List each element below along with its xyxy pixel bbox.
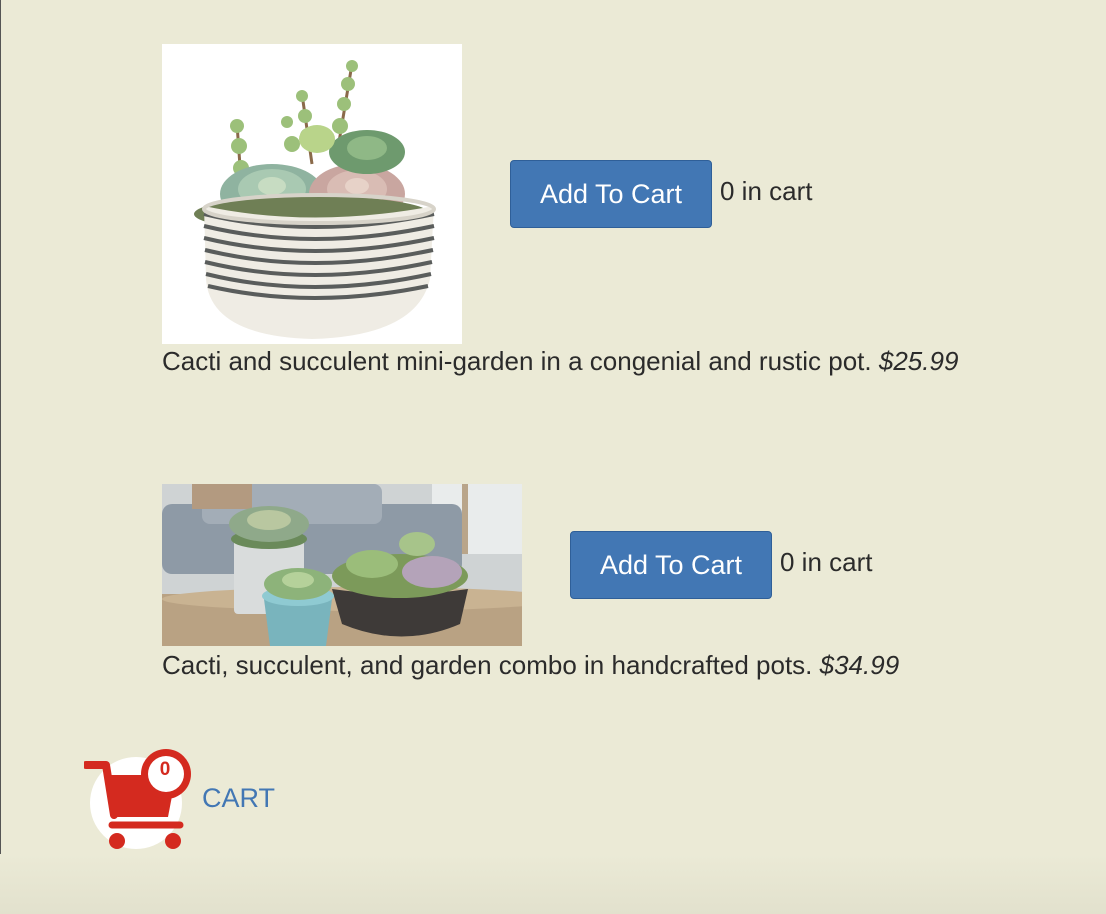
product-row: Add To Cart 0 in cart — [162, 44, 958, 344]
product-description-text: Cacti, succulent, and garden combo in ha… — [162, 650, 813, 680]
product-image-succulent-bowl — [162, 44, 462, 344]
add-to-cart-button[interactable]: Add To Cart — [570, 531, 772, 599]
in-cart-count: 0 in cart — [780, 546, 873, 577]
product-row: Add To Cart 0 in cart — [162, 484, 899, 646]
add-to-cart-button[interactable]: Add To Cart — [510, 160, 712, 228]
product-description: Cacti and succulent mini-garden in a con… — [162, 346, 958, 377]
product-image-succulent-combo — [162, 484, 522, 646]
product-price: $25.99 — [878, 346, 959, 376]
page-left-border — [0, 0, 1, 914]
cart-link[interactable]: 0 CART — [84, 745, 284, 855]
page-bottom-fade — [0, 854, 1106, 914]
product-description-text: Cacti and succulent mini-garden in a con… — [162, 346, 872, 376]
cart-label[interactable]: CART — [202, 783, 275, 814]
cart-count-badge: 0 — [159, 759, 171, 780]
succulent-bowl-image — [162, 44, 462, 344]
product-card: Add To Cart 0 in cart Cacti, succulent, … — [162, 484, 899, 681]
product-price: $34.99 — [819, 650, 900, 680]
product-description: Cacti, succulent, and garden combo in ha… — [162, 650, 899, 681]
in-cart-count: 0 in cart — [720, 175, 813, 206]
shopping-cart-icon — [84, 749, 191, 849]
product-card: Add To Cart 0 in cart Cacti and succulen… — [162, 44, 958, 377]
succulent-combo-image — [162, 484, 522, 646]
